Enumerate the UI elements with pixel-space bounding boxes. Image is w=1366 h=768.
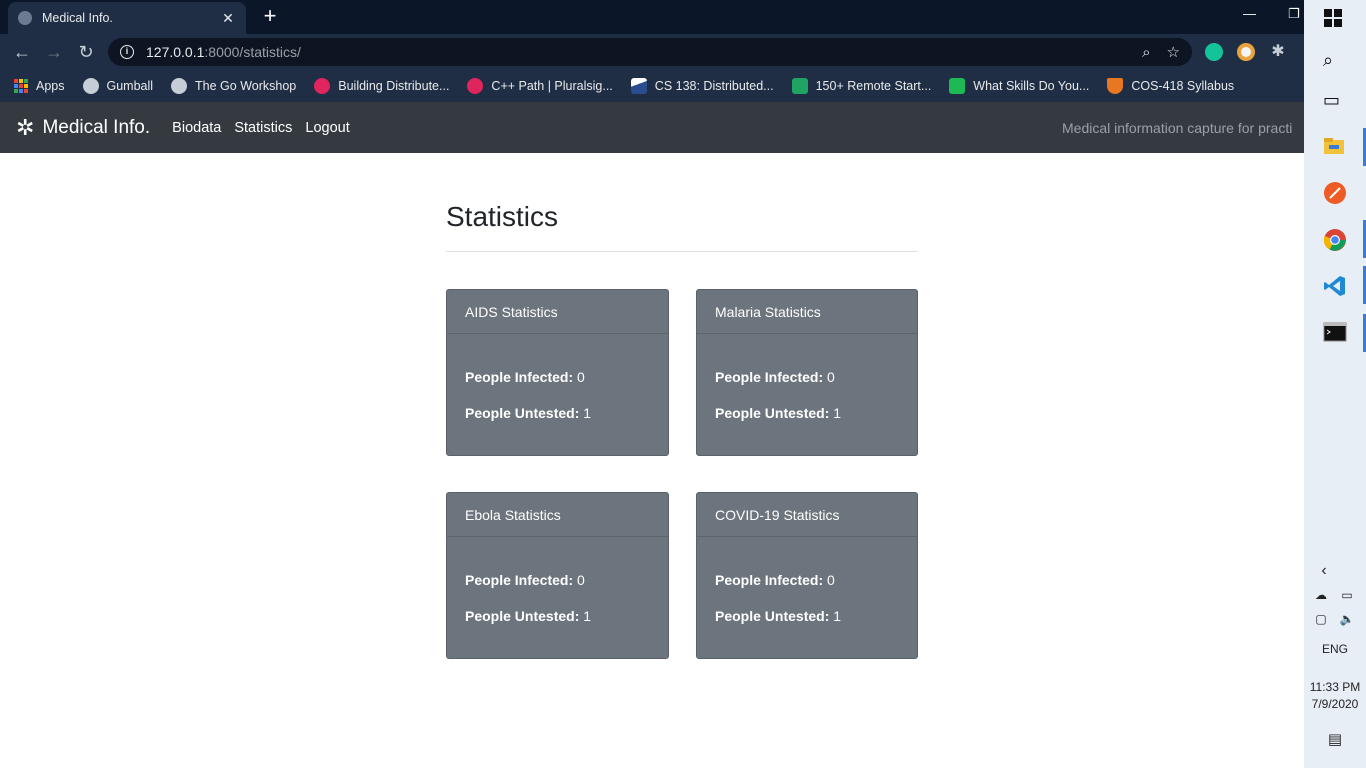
people-infected: People Infected: 0 bbox=[715, 572, 835, 588]
nav-biodata[interactable]: Biodata bbox=[172, 120, 221, 136]
clock-time[interactable]: 11:33 PM bbox=[1304, 680, 1366, 694]
main-content: Statistics AIDS Statistics People Infect… bbox=[446, 153, 918, 659]
people-infected: People Infected: 0 bbox=[715, 369, 835, 385]
browser-toolbar: ← → ↻ i 127.0.0.1 :8000/statistics/ ⌕ ☆ … bbox=[0, 34, 1304, 70]
title-divider bbox=[446, 251, 918, 252]
site-navbar: ✲ Medical Info. Biodata Statistics Logou… bbox=[0, 102, 1304, 153]
url-path: :8000/statistics/ bbox=[204, 44, 301, 60]
power-icon bbox=[949, 78, 966, 94]
bookmark-apps[interactable]: Apps bbox=[14, 79, 65, 93]
pluralsight-icon bbox=[314, 78, 331, 94]
zoom-icon[interactable]: ⌕ bbox=[1142, 44, 1150, 61]
chrome-icon[interactable] bbox=[1323, 228, 1347, 252]
minimize-icon[interactable]: — bbox=[1243, 6, 1256, 21]
untested-count: 1 bbox=[833, 608, 842, 624]
card-title: Ebola Statistics bbox=[447, 493, 668, 537]
address-bar[interactable]: i 127.0.0.1 :8000/statistics/ ⌕ ☆ bbox=[108, 38, 1192, 66]
untested-count: 1 bbox=[833, 405, 842, 421]
tab-close-icon[interactable]: ✕ bbox=[220, 10, 236, 27]
windows-taskbar: ⌕ ▭ ‹ ☁ ▭ ▢ 🔈 ENG 11:33 PM 7/9/2020 ▤ bbox=[1304, 0, 1366, 768]
postman-icon[interactable] bbox=[1323, 181, 1347, 205]
bookmark-what-skills[interactable]: What Skills Do You... bbox=[949, 78, 1089, 94]
sheet-icon bbox=[791, 78, 808, 94]
card-title: AIDS Statistics bbox=[447, 290, 668, 334]
network-icon[interactable]: ▢ bbox=[1310, 612, 1332, 626]
new-tab-button[interactable]: + bbox=[258, 5, 282, 29]
file-explorer-icon[interactable] bbox=[1323, 136, 1347, 160]
browser-tabstrip: Medical Info. ✕ + — ❐ bbox=[0, 0, 1304, 34]
grammarly-icon[interactable] bbox=[1205, 43, 1223, 61]
bookmark-gumball[interactable]: Gumball bbox=[82, 78, 153, 94]
brand-link[interactable]: ✲ Medical Info. bbox=[16, 115, 150, 141]
ebola-stats-card: Ebola Statistics People Infected: 0 Peop… bbox=[446, 492, 669, 659]
people-infected: People Infected: 0 bbox=[465, 572, 585, 588]
pluralsight-icon bbox=[467, 78, 484, 94]
battery-icon[interactable]: ▭ bbox=[1336, 588, 1358, 602]
untested-count: 1 bbox=[583, 405, 592, 421]
medical-star-icon: ✲ bbox=[16, 114, 35, 140]
back-arrow-icon[interactable]: ← bbox=[10, 40, 34, 64]
people-untested: People Untested: 1 bbox=[715, 608, 842, 624]
globe-icon bbox=[171, 78, 188, 94]
card-title: Malaria Statistics bbox=[697, 290, 917, 334]
people-untested: People Untested: 1 bbox=[465, 608, 592, 624]
chevron-left-icon[interactable]: ‹ bbox=[1314, 562, 1334, 580]
brand-name: Medical Info. bbox=[42, 116, 151, 138]
bookmark-building-distributed[interactable]: Building Distribute... bbox=[314, 78, 449, 94]
apps-grid-icon bbox=[14, 79, 28, 93]
course-icon bbox=[630, 78, 647, 94]
statistics-grid: AIDS Statistics People Infected: 0 Peopl… bbox=[446, 289, 918, 659]
nav-logout[interactable]: Logout bbox=[305, 120, 349, 136]
site-tagline: Medical information capture for practi bbox=[1062, 120, 1293, 136]
forward-arrow-icon[interactable]: → bbox=[42, 40, 66, 64]
url-host: 127.0.0.1 bbox=[146, 44, 205, 60]
card-title: COVID-19 Statistics bbox=[697, 493, 917, 537]
nav-statistics[interactable]: Statistics bbox=[234, 120, 292, 136]
untested-count: 1 bbox=[583, 608, 592, 624]
aids-stats-card: AIDS Statistics People Infected: 0 Peopl… bbox=[446, 289, 669, 456]
globe-icon bbox=[18, 11, 32, 25]
browser-tab[interactable]: Medical Info. ✕ bbox=[8, 2, 246, 34]
page-title: Statistics bbox=[446, 201, 559, 232]
infected-count: 0 bbox=[577, 572, 585, 588]
cloud-icon[interactable]: ☁ bbox=[1310, 588, 1332, 602]
bookmark-cs138[interactable]: CS 138: Distributed... bbox=[630, 78, 774, 94]
windows-start-icon[interactable] bbox=[1323, 8, 1347, 32]
tab-title: Medical Info. bbox=[42, 11, 113, 25]
people-untested: People Untested: 1 bbox=[465, 405, 592, 421]
task-view-icon[interactable]: ▭ bbox=[1323, 90, 1347, 114]
bookmark-cpp-path[interactable]: C++ Path | Pluralsig... bbox=[467, 78, 613, 94]
shield-icon bbox=[1107, 78, 1124, 94]
covid19-stats-card: COVID-19 Statistics People Infected: 0 P… bbox=[696, 492, 918, 659]
reload-icon[interactable]: ↻ bbox=[74, 40, 98, 64]
people-untested: People Untested: 1 bbox=[715, 405, 842, 421]
volume-icon[interactable]: 🔈 bbox=[1336, 612, 1358, 626]
people-infected: People Infected: 0 bbox=[465, 369, 585, 385]
vscode-icon[interactable] bbox=[1323, 274, 1347, 298]
extension-icon[interactable] bbox=[1237, 43, 1255, 61]
bookmarks-bar: Apps Gumball The Go Workshop Building Di… bbox=[0, 70, 1304, 102]
bookmark-go-workshop[interactable]: The Go Workshop bbox=[171, 78, 296, 94]
infected-count: 0 bbox=[577, 369, 585, 385]
notifications-icon[interactable]: ▤ bbox=[1324, 730, 1346, 748]
info-icon[interactable]: i bbox=[120, 45, 134, 59]
restore-icon[interactable]: ❐ bbox=[1288, 6, 1300, 22]
globe-icon bbox=[82, 78, 99, 94]
bookmark-cos418[interactable]: COS-418 Syllabus bbox=[1107, 78, 1234, 94]
star-icon[interactable]: ☆ bbox=[1167, 43, 1180, 61]
infected-count: 0 bbox=[827, 369, 835, 385]
malaria-stats-card: Malaria Statistics People Infected: 0 Pe… bbox=[696, 289, 918, 456]
terminal-icon[interactable] bbox=[1323, 322, 1347, 346]
search-icon[interactable]: ⌕ bbox=[1323, 50, 1347, 74]
puzzle-icon[interactable]: ✱ bbox=[1269, 43, 1287, 61]
bookmark-remote-start[interactable]: 150+ Remote Start... bbox=[791, 78, 931, 94]
clock-date[interactable]: 7/9/2020 bbox=[1304, 697, 1366, 711]
infected-count: 0 bbox=[827, 572, 835, 588]
language-indicator[interactable]: ENG bbox=[1304, 642, 1366, 656]
